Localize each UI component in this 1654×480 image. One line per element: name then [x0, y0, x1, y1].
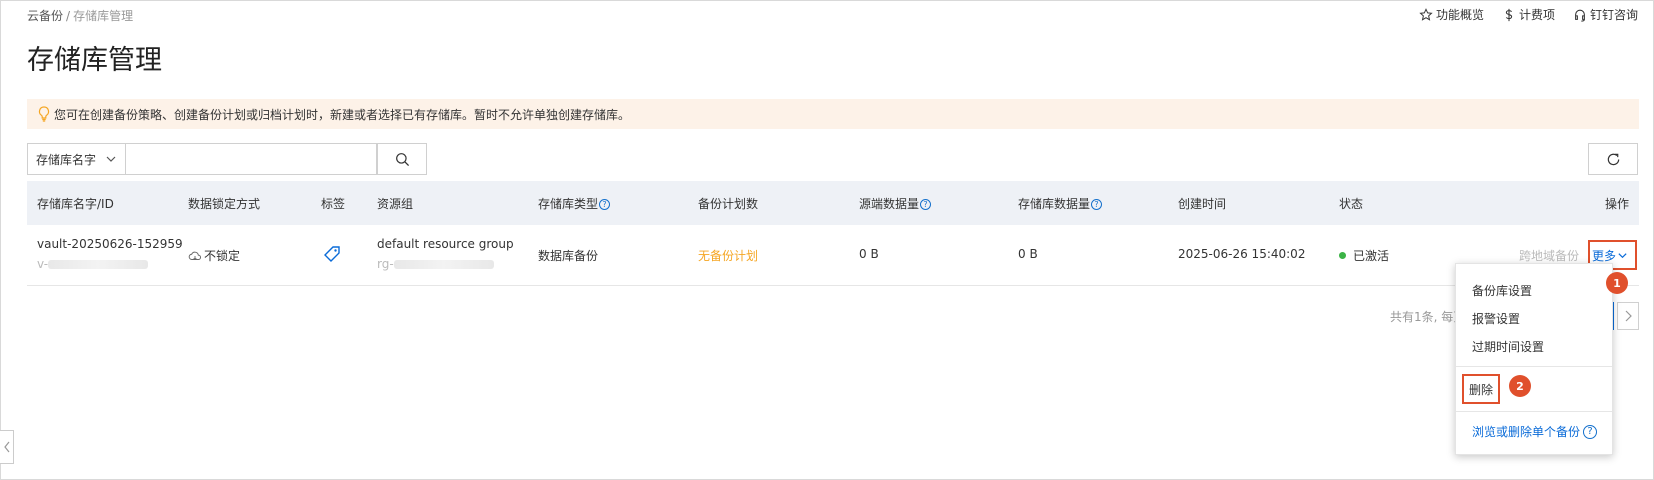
table-header: 存储库名字/ID 数据锁定方式 标签 资源组 存储库类型? 备份计划数 源端数据… — [27, 181, 1639, 225]
vault-name[interactable]: vault-20250626-152959 — [37, 237, 183, 251]
breadcrumb-separator: / — [66, 9, 71, 23]
overview-link-label: 功能概览 — [1435, 8, 1484, 22]
resource-group-id: rg- — [377, 257, 494, 271]
breadcrumb-root[interactable]: 云备份 — [27, 9, 63, 23]
col-plan-count: 备份计划数 — [698, 197, 759, 211]
resource-group-name[interactable]: default resource group — [377, 237, 514, 251]
more-actions-menu: 备份库设置 报警设置 过期时间设置 删除 浏览或删除单个备份 ? — [1455, 263, 1613, 455]
table-row: vault-20250626-152959 v- 不锁定 default res… — [27, 225, 1639, 286]
menu-item-delete[interactable]: 删除 — [1462, 374, 1500, 404]
pagination-summary: 共有1条, 每页 — [1390, 310, 1466, 324]
col-vault-type-label: 存储库类型 — [538, 197, 599, 211]
menu-item-alarm-settings[interactable]: 报警设置 — [1472, 310, 1520, 327]
chevron-down-icon — [106, 156, 116, 162]
page-next-button[interactable] — [1617, 302, 1639, 330]
cross-region-backup-link[interactable]: 跨地域备份 — [1519, 247, 1579, 264]
breadcrumb-current: 存储库管理 — [73, 9, 134, 23]
redacted-id — [48, 260, 149, 269]
vault-id: v- — [37, 257, 149, 271]
menu-item-browse-delete-label: 浏览或删除单个备份 — [1472, 425, 1581, 439]
created-time: 2025-06-26 15:40:02 — [1178, 247, 1306, 261]
status-badge: 已激活 — [1339, 247, 1389, 264]
info-notice: 您可在创建备份策略、创建备份计划或归档计划时，新建或者选择已有存储库。暂时不允许… — [27, 99, 1639, 129]
overview-link[interactable]: 功能概览 — [1419, 6, 1484, 23]
col-name-id: 存储库名字/ID — [37, 197, 114, 211]
chevron-left-icon — [3, 441, 9, 453]
source-data: 0 B — [859, 247, 879, 261]
vault-type: 数据库备份 — [538, 249, 599, 263]
search-button[interactable] — [377, 143, 427, 175]
status-dot — [1339, 252, 1346, 259]
cloud-icon — [188, 251, 201, 260]
col-resource-group: 资源组 — [377, 197, 414, 211]
billing-link-label: 计费项 — [1518, 8, 1555, 22]
col-tags: 标签 — [321, 197, 346, 211]
dingtalk-link[interactable]: 钉钉咨询 — [1573, 6, 1638, 23]
col-vault-type: 存储库类型? — [538, 195, 611, 212]
step-badge-2: 2 — [1509, 375, 1531, 397]
status-label: 已激活 — [1353, 249, 1390, 263]
search-input[interactable] — [126, 143, 377, 175]
chevron-right-icon — [1625, 310, 1632, 322]
search-icon — [395, 152, 409, 166]
plan-count: 无备份计划 — [698, 249, 759, 263]
vault-data: 0 B — [1018, 247, 1038, 261]
step-badge-1: 1 — [1606, 272, 1628, 294]
search-field-select-value: 存储库名字 — [36, 152, 97, 167]
headset-icon — [1575, 9, 1585, 22]
col-source-data: 源端数据量? — [859, 195, 932, 212]
refresh-icon — [1607, 153, 1619, 165]
refresh-button[interactable] — [1588, 143, 1638, 175]
billing-link[interactable]: 计费项 — [1502, 6, 1555, 23]
col-vault-data: 存储库数据量? — [1018, 195, 1103, 212]
lightbulb-icon — [38, 106, 50, 122]
help-icon[interactable]: ? — [1091, 199, 1103, 210]
menu-divider — [1456, 366, 1612, 367]
resource-group-id-prefix: rg- — [377, 257, 394, 271]
menu-item-delete-label: 删除 — [1468, 382, 1493, 397]
tag-icon[interactable] — [323, 245, 341, 263]
dingtalk-link-label: 钉钉咨询 — [1589, 8, 1638, 22]
redacted-id — [393, 260, 494, 269]
help-icon[interactable]: ? — [599, 199, 611, 210]
help-icon[interactable]: ? — [920, 199, 932, 210]
menu-item-expiry-settings[interactable]: 过期时间设置 — [1472, 338, 1544, 355]
col-status: 状态 — [1339, 197, 1364, 211]
sidebar-toggle-handle[interactable] — [0, 430, 14, 464]
star-icon — [1419, 7, 1433, 21]
page-title: 存储库管理 — [27, 45, 162, 76]
col-vault-data-label: 存储库数据量 — [1018, 197, 1091, 211]
top-links: 功能概览 计费项 钉钉咨询 — [1419, 6, 1638, 23]
notice-text: 您可在创建备份策略、创建备份计划或归档计划时，新建或者选择已有存储库。暂时不允许… — [54, 107, 631, 122]
search-field-select[interactable]: 存储库名字 — [27, 143, 126, 175]
breadcrumb: 云备份 / 存储库管理 — [27, 7, 133, 24]
col-lock-mode: 数据锁定方式 — [188, 197, 261, 211]
col-actions: 操作 — [1605, 197, 1630, 211]
menu-item-browse-delete-backup[interactable]: 浏览或删除单个备份 ? — [1472, 423, 1598, 440]
vault-id-prefix: v- — [37, 257, 49, 271]
col-source-data-label: 源端数据量 — [859, 197, 920, 211]
menu-divider — [1456, 411, 1612, 412]
col-created: 创建时间 — [1178, 197, 1227, 211]
lock-mode-label: 不锁定 — [204, 249, 241, 263]
help-icon[interactable]: ? — [1583, 424, 1598, 439]
menu-item-vault-settings[interactable]: 备份库设置 — [1472, 282, 1532, 299]
lock-mode: 不锁定 — [188, 247, 240, 264]
dollar-icon — [1505, 8, 1513, 21]
